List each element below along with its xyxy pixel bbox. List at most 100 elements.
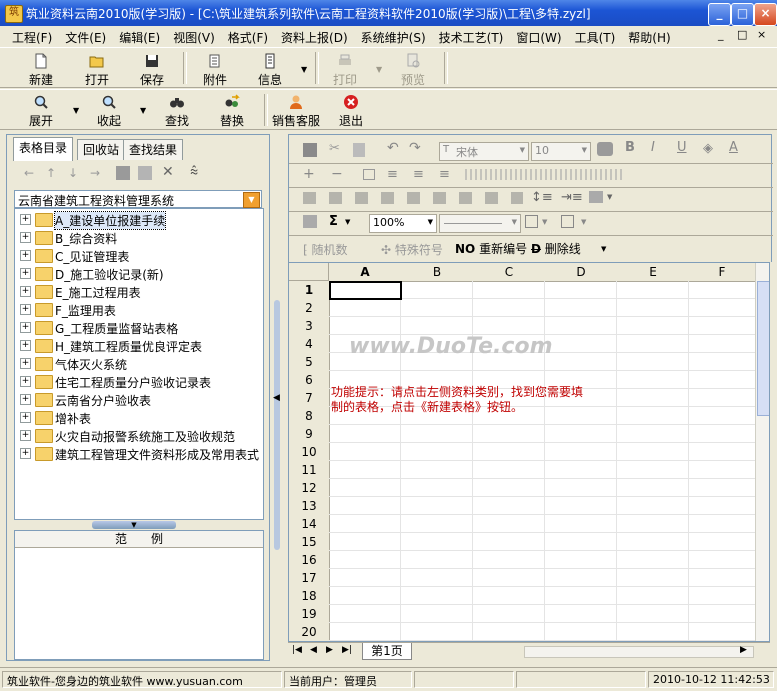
print-dropdown-arrow[interactable]: ▼ (376, 65, 382, 74)
save-button[interactable]: 保存 (135, 53, 169, 88)
tree-item[interactable]: + 气体灭火系统 (15, 354, 263, 372)
expand-icon[interactable]: + (20, 322, 31, 333)
cut-block-icon[interactable] (303, 143, 317, 157)
menu-view[interactable]: 视图(V) (167, 26, 222, 46)
row-header[interactable]: 20 (289, 623, 330, 641)
tree-item[interactable]: + D_施工验收记录(新) (15, 264, 263, 282)
column-header[interactable]: D (545, 263, 618, 282)
underline-button[interactable]: U (677, 140, 687, 155)
minimize-button[interactable]: _ (708, 3, 731, 26)
strikethrough-button[interactable]: D 删除线 (531, 240, 581, 257)
active-cell[interactable] (329, 281, 402, 300)
row-header[interactable]: 14 (289, 515, 330, 534)
menu-technique[interactable]: 技术工艺(T) (433, 26, 511, 46)
mdi-restore-button[interactable]: □ (737, 28, 747, 41)
expand-icon[interactable]: + (20, 358, 31, 369)
line-style-select[interactable]: ▼ (439, 214, 521, 233)
scrollbar-thumb[interactable] (757, 281, 769, 416)
splitter-bar[interactable] (274, 300, 280, 550)
indent-icon[interactable]: ⇥≡ (561, 190, 583, 205)
tree-item[interactable]: + G_工程质量监督站表格 (15, 318, 263, 336)
random-number-button[interactable]: ⁅ 随机数 (303, 241, 348, 258)
delete-row-icon[interactable]: − (331, 166, 343, 182)
arrow-right-icon[interactable]: → (90, 166, 100, 180)
expand-dropdown-arrow[interactable]: ▼ (73, 106, 79, 115)
align-left-icon[interactable]: ≡ (387, 167, 398, 182)
line-spacing-icon[interactable]: ↕≡ (531, 190, 553, 205)
tree-item[interactable]: + 住宅工程质量分户验收记录表 (15, 372, 263, 390)
expand-icon[interactable]: + (20, 376, 31, 387)
expand-icon[interactable]: + (20, 286, 31, 297)
mdi-minimize-button[interactable]: _ (718, 28, 724, 41)
chevron-down-icon[interactable]: ▼ (243, 192, 260, 208)
renumber-button[interactable]: NO 重新编号 (455, 240, 527, 257)
row-header[interactable]: 15 (289, 533, 330, 552)
cell-format-icons[interactable] (303, 192, 523, 204)
next-sheet-icon[interactable]: ▶ (326, 645, 333, 655)
tab-catalog[interactable]: 表格目录 (13, 137, 74, 161)
menu-file[interactable]: 文件(E) (59, 26, 113, 46)
bold-button[interactable]: B (625, 140, 635, 155)
tab-recycle-bin[interactable]: 回收站 (77, 139, 126, 160)
expand-icon[interactable]: + (20, 394, 31, 405)
menu-system[interactable]: 系统维护(S) (355, 26, 433, 46)
tree-item[interactable]: + 火灾自动报警系统施工及验收规范 (15, 426, 263, 444)
preview-button[interactable]: 预览 (396, 53, 430, 88)
tree-item[interactable]: + 建筑工程管理文件资料形成及常用表式 (15, 444, 263, 462)
tree-item[interactable]: + 增补表 (15, 408, 263, 426)
filter-icon[interactable]: ⩯ (190, 164, 198, 180)
align-center-icon[interactable]: ≡ (413, 167, 424, 182)
splitter-handle[interactable]: ▼ (92, 521, 176, 529)
column-width-icons[interactable] (465, 169, 625, 180)
column-header[interactable]: E (617, 263, 690, 282)
align-frame-icon[interactable] (363, 169, 375, 180)
system-select[interactable]: 云南省建筑工程资料管理系统 ▼ (14, 190, 262, 208)
row-header[interactable]: 1 (289, 281, 330, 300)
attach-button[interactable]: 附件 (198, 53, 232, 88)
row-header[interactable]: 7 (289, 389, 330, 408)
row-header[interactable]: 6 (289, 371, 330, 390)
tree-item[interactable]: + 云南省分户验收表 (15, 390, 263, 408)
undo-icon[interactable]: ↶ (387, 140, 399, 156)
sum-button[interactable]: Σ (329, 214, 338, 229)
copy-icon[interactable] (116, 166, 130, 180)
open-button[interactable]: 打开 (80, 53, 114, 88)
menu-report[interactable]: 资料上报(D) (275, 26, 355, 46)
replace-button[interactable]: 替换 (215, 94, 249, 129)
scroll-right-icon[interactable]: ▶ (740, 645, 747, 655)
menu-window[interactable]: 窗口(W) (510, 26, 568, 46)
delete-icon[interactable]: ✕ (162, 164, 174, 180)
menu-edit[interactable]: 编辑(E) (113, 26, 167, 46)
menu-format[interactable]: 格式(F) (222, 26, 275, 46)
row-header[interactable]: 9 (289, 425, 330, 444)
prev-sheet-icon[interactable]: ◀ (310, 645, 317, 655)
info-button[interactable]: 信息 (253, 53, 287, 88)
grid-corner[interactable] (289, 263, 329, 281)
text-color-icon[interactable]: A (729, 140, 738, 155)
italic-button[interactable]: I (651, 140, 655, 155)
tree-item[interactable]: + H_建筑工程质量优良评定表 (15, 336, 263, 354)
tree-item[interactable]: + E_施工过程用表 (15, 282, 263, 300)
redo-icon[interactable]: ↷ (409, 140, 421, 156)
copy-icon[interactable] (353, 143, 365, 157)
horizontal-scrollbar[interactable] (524, 646, 754, 658)
row-header[interactable]: 3 (289, 317, 330, 336)
row-header[interactable]: 12 (289, 479, 330, 498)
tree-item[interactable]: + A_建设单位报建手续 (15, 210, 263, 230)
tree-item[interactable]: + C_见证管理表 (15, 246, 263, 264)
close-button[interactable]: × (754, 3, 777, 26)
chevron-down-icon[interactable]: ▼ (607, 193, 612, 201)
expand-icon[interactable]: + (20, 448, 31, 459)
row-header[interactable]: 13 (289, 497, 330, 516)
font-name-select[interactable]: T 宋体 ▼ (439, 142, 529, 161)
arrow-down-icon[interactable]: ↓ (68, 166, 78, 180)
expand-button[interactable]: 展开 (24, 94, 58, 129)
menu-help[interactable]: 帮助(H) (622, 26, 677, 46)
first-sheet-icon[interactable]: |◀ (292, 645, 302, 655)
border-all-icon[interactable] (561, 215, 574, 228)
chevron-down-icon[interactable]: ▼ (581, 218, 586, 226)
font-color-icon[interactable] (597, 142, 613, 156)
new-button[interactable]: 新建 (24, 53, 58, 88)
print-button[interactable]: 打印 (328, 53, 362, 88)
row-header[interactable]: 4 (289, 335, 330, 354)
